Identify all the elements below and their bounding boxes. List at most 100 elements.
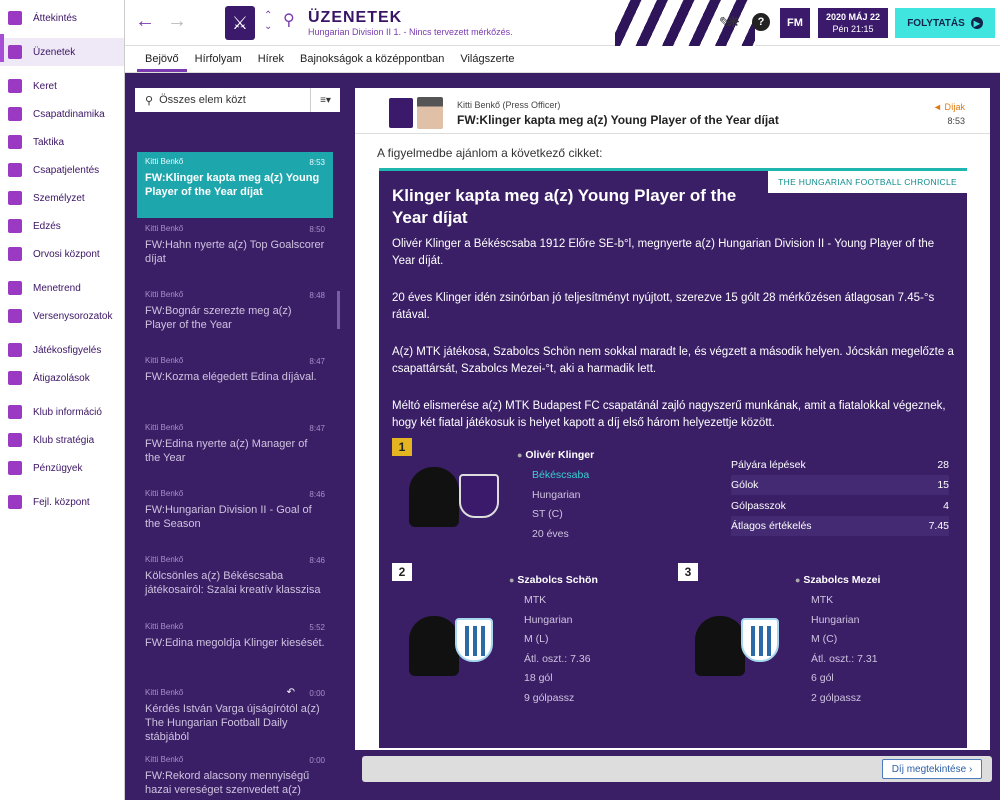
article-paragraph: Olivér Klinger a Békéscsaba 1912 Előre S… bbox=[392, 238, 935, 267]
message-sender: Kitti Benkő bbox=[145, 290, 184, 299]
player-name[interactable]: ● Olivér Klinger bbox=[517, 449, 594, 461]
message-sender: Kitti Benkő bbox=[145, 489, 184, 498]
nav-item-tactics[interactable]: Taktika bbox=[0, 128, 124, 156]
back-arrow-icon[interactable]: ← bbox=[135, 10, 155, 33]
reply-icon: ↶ bbox=[286, 687, 295, 698]
home-icon bbox=[8, 11, 22, 25]
nav-item-club-info[interactable]: Klub információ bbox=[0, 398, 124, 426]
list-item[interactable]: Kitti Benkő 8:47 FW:Kozma elégedett Edin… bbox=[137, 351, 333, 387]
nav-item-scouting[interactable]: Játékosfigyelés bbox=[0, 336, 124, 364]
nav-label: Pénzügyek bbox=[33, 462, 83, 474]
tab-news[interactable]: Hírek bbox=[250, 46, 292, 72]
list-item[interactable]: Kitti Benkő 8:47 FW:Edina nyerte a(z) Ma… bbox=[137, 418, 333, 468]
club-switch-chevron-icon[interactable]: ⌃ ⌄ bbox=[264, 10, 272, 32]
nav-item-inbox[interactable]: Üzenetek bbox=[0, 38, 124, 66]
list-item[interactable]: Kitti Benkő 8:48 FW:Bognár szerezte meg … bbox=[137, 285, 333, 335]
date-display[interactable]: 2020 MÁJ 22 Pén 21:15 bbox=[818, 8, 888, 38]
club-crest-icon bbox=[455, 618, 493, 662]
list-item[interactable]: Kitti Benkő 5:52 FW:Edina megoldja Kling… bbox=[137, 617, 333, 653]
tab-competitions-focus[interactable]: Bajnokságok a középpontban bbox=[292, 46, 452, 72]
nav-item-transfers[interactable]: Átigazolások bbox=[0, 364, 124, 392]
page-title: ÜZENETEK bbox=[308, 9, 403, 26]
view-award-button[interactable]: Díj megtekintése › bbox=[882, 759, 982, 779]
message-subject: FW:Edina megoldja Klinger kiesését. bbox=[145, 637, 325, 649]
forward-arrow-icon[interactable]: → bbox=[167, 10, 187, 33]
player-club[interactable]: Békéscsaba bbox=[532, 469, 589, 481]
message-footer: Díj megtekintése › bbox=[362, 756, 992, 782]
nav-item-training[interactable]: Edzés bbox=[0, 212, 124, 240]
nav-label: Áttekintés bbox=[33, 12, 77, 24]
club-crest-icon[interactable]: ⚔ bbox=[225, 6, 255, 40]
view-award-label: Díj megtekintése bbox=[891, 763, 967, 775]
nav-label: Menetrend bbox=[33, 282, 81, 294]
stat-value: 4 bbox=[943, 500, 949, 512]
player-club[interactable]: MTK bbox=[811, 594, 833, 606]
list-item[interactable]: Kitti Benkő 8:46 FW:Hungarian Division I… bbox=[137, 484, 333, 534]
nav-item-club-strategy[interactable]: Klub stratégia bbox=[0, 426, 124, 454]
message-tag[interactable]: ◄ Díjak bbox=[933, 102, 965, 112]
finances-icon bbox=[8, 461, 22, 475]
fm-menu-button[interactable]: FM bbox=[780, 8, 810, 38]
list-item[interactable]: Kitti Benkő ↶ 0:00 Kérdés István Varga ú… bbox=[137, 683, 333, 747]
message-time: 8:50 bbox=[309, 225, 325, 234]
club-crest-icon bbox=[389, 98, 413, 128]
search-input[interactable]: Összes elem közt bbox=[159, 94, 246, 106]
tab-worldwide[interactable]: Világszerte bbox=[452, 46, 522, 72]
message-subject: FW:Edina nyerte a(z) Manager of the Year bbox=[145, 438, 308, 464]
message-subject-title: FW:Klinger kapta meg a(z) Young Player o… bbox=[457, 113, 779, 127]
continue-button[interactable]: FOLYTATÁS ▶ bbox=[895, 8, 995, 38]
nav-label: Üzenetek bbox=[33, 46, 76, 58]
player-nationality: Hungarian bbox=[811, 614, 860, 626]
nav-item-staff[interactable]: Személyzet bbox=[0, 184, 124, 212]
search-icon[interactable]: ⚲ bbox=[283, 10, 295, 30]
shield-icon bbox=[8, 405, 22, 419]
player-silhouette bbox=[409, 616, 459, 676]
person-icon: ● bbox=[509, 575, 515, 585]
nav-item-dynamics[interactable]: Csapatdinamika bbox=[0, 100, 124, 128]
message-sender-line[interactable]: Kitti Benkő (Press Officer) bbox=[457, 100, 560, 110]
message-view: Kitti Benkő (Press Officer) FW:Klinger k… bbox=[355, 88, 990, 750]
nav-item-squad[interactable]: Keret bbox=[0, 72, 124, 100]
tab-news-feed[interactable]: Hírfolyam bbox=[187, 46, 250, 72]
player-club[interactable]: MTK bbox=[524, 594, 546, 606]
player-name[interactable]: ● Szabolcs Mezei bbox=[795, 574, 880, 586]
search-box[interactable]: ⚲ Összes elem közt ≡▾ bbox=[135, 88, 340, 112]
message-subject: FW:Hungarian Division II - Goal of the S… bbox=[145, 504, 312, 530]
nav-label: Versenysorozatok bbox=[33, 310, 113, 322]
person-icon: ● bbox=[795, 575, 801, 585]
message-time: 8:46 bbox=[309, 556, 325, 565]
message-sender: Kitti Benkő bbox=[145, 755, 184, 764]
message-time: 8:47 bbox=[309, 357, 325, 366]
tab-inbox[interactable]: Bejövő bbox=[137, 46, 187, 72]
nav-item-overview[interactable]: Áttekintés bbox=[0, 4, 124, 32]
player-name[interactable]: ● Szabolcs Schön bbox=[509, 574, 598, 586]
list-options-menu-icon[interactable]: ≡▾ bbox=[310, 88, 340, 112]
strategy-icon bbox=[8, 433, 22, 447]
message-header: Kitti Benkő (Press Officer) FW:Klinger k… bbox=[355, 88, 990, 134]
article-title: Klinger kapta meg a(z) Young Player of t… bbox=[392, 186, 737, 227]
list-item[interactable]: Kitti Benkő 8:53 FW:Klinger kapta meg a(… bbox=[137, 152, 333, 218]
stat-row: Átlagos értékelés 7.45 bbox=[731, 516, 949, 536]
message-intro: A figyelmedbe ajánlom a következő cikket… bbox=[377, 146, 603, 160]
message-time: 8:48 bbox=[309, 291, 325, 300]
nav-item-schedule[interactable]: Menetrend bbox=[0, 274, 124, 302]
chevron-right-icon: › bbox=[968, 763, 973, 775]
nav-item-team-report[interactable]: Csapatjelentés bbox=[0, 156, 124, 184]
nav-label: Személyzet bbox=[33, 192, 85, 204]
nav-item-competitions[interactable]: Versenysorozatok bbox=[0, 302, 124, 330]
nav-item-dev-centre[interactable]: Fejl. központ bbox=[0, 488, 124, 516]
message-subject: FW:Kozma elégedett Edina díjával. bbox=[145, 371, 317, 383]
list-scrollbar[interactable] bbox=[337, 291, 340, 329]
inbox-tabs: Bejövő Hírfolyam Hírek Bajnokságok a köz… bbox=[125, 46, 1000, 73]
game-logo-icon[interactable]: ❋ bbox=[727, 13, 740, 31]
message-time: 0:00 bbox=[309, 756, 325, 765]
list-item[interactable]: Kitti Benkő 8:46 Kölcsönles a(z) Békéscs… bbox=[137, 550, 333, 600]
nav-item-finances[interactable]: Pénzügyek bbox=[0, 454, 124, 482]
message-time: 0:00 bbox=[309, 689, 325, 698]
help-icon[interactable]: ? bbox=[752, 13, 770, 31]
message-time: 8:53 bbox=[309, 158, 325, 167]
list-item[interactable]: Kitti Benkő 0:00 FW:Rekord alacsony menn… bbox=[137, 750, 333, 800]
nav-item-medical[interactable]: Orvosi központ bbox=[0, 240, 124, 268]
list-item[interactable]: Kitti Benkő 8:50 FW:Hahn nyerte a(z) Top… bbox=[137, 219, 333, 269]
stat-value: 15 bbox=[937, 479, 949, 491]
